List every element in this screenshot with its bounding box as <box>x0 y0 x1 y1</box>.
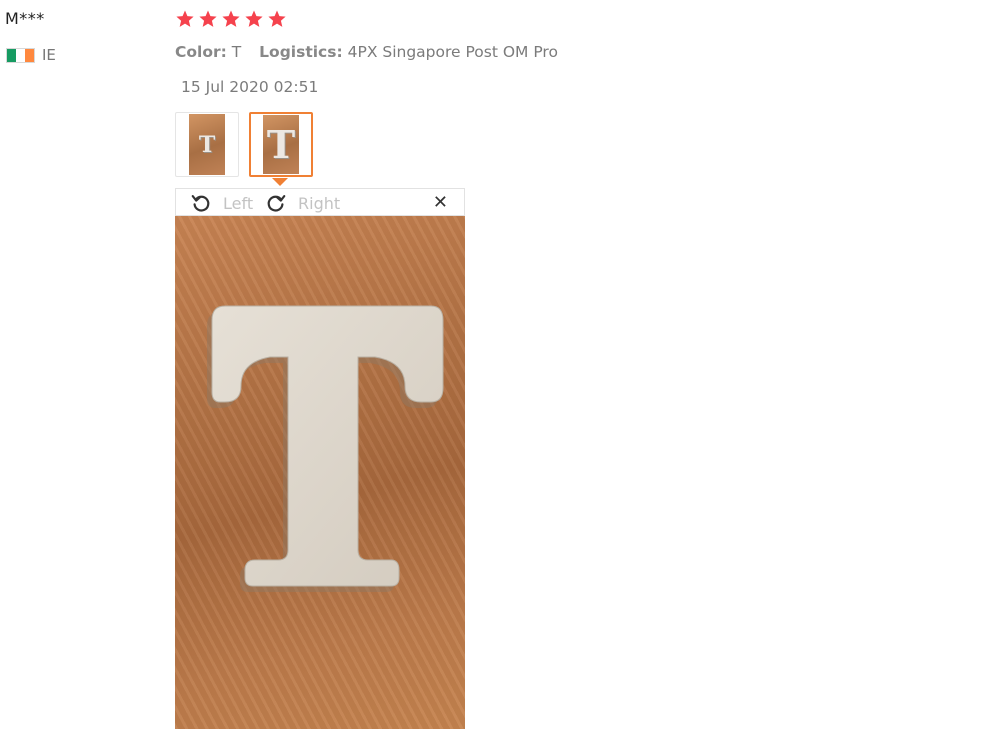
rotate-left-label: Left <box>223 193 254 213</box>
star-icon <box>222 10 240 27</box>
flag-icon <box>6 47 35 63</box>
thumbnail-1[interactable]: T <box>175 112 239 177</box>
reviewer-name: M*** <box>5 9 45 28</box>
logistics-value: 4PX Singapore Post OM Pro <box>347 43 558 61</box>
rotate-left-icon <box>191 195 210 212</box>
rotate-left-button[interactable]: Left <box>190 189 253 217</box>
thumbnail-letter: T <box>198 131 216 158</box>
image-viewer: Left Right ✕ <box>175 188 465 729</box>
viewer-toolbar: Left Right ✕ <box>175 188 465 216</box>
thumbnail-letter: T <box>266 122 296 167</box>
review-date: 15 Jul 2020 02:51 <box>181 78 319 96</box>
thumbnail-image: T <box>189 114 225 175</box>
color-label: Color: <box>175 43 227 61</box>
star-icon <box>199 10 217 27</box>
rotate-right-label: Right <box>298 193 341 213</box>
review-meta: Color: T Logistics: 4PX Singapore Post O… <box>175 43 558 61</box>
wooden-letter-image <box>207 305 444 592</box>
rotate-right-button[interactable]: Right <box>265 189 340 217</box>
star-icon <box>245 10 263 27</box>
country-code: IE <box>42 46 56 64</box>
star-rating <box>175 9 287 29</box>
rotate-right-icon <box>267 195 286 212</box>
color-value: T <box>231 43 242 61</box>
reviewer-country: IE <box>6 46 56 64</box>
logistics-label: Logistics: <box>259 43 343 61</box>
selected-thumbnail-pointer <box>272 178 288 186</box>
star-icon <box>268 10 286 27</box>
star-icon <box>176 10 194 27</box>
enlarged-review-photo <box>175 216 465 729</box>
thumbnail-2[interactable]: T <box>249 112 313 177</box>
letter-shape <box>211 305 444 587</box>
close-icon[interactable]: ✕ <box>433 192 448 213</box>
thumbnail-image: T <box>263 115 299 174</box>
